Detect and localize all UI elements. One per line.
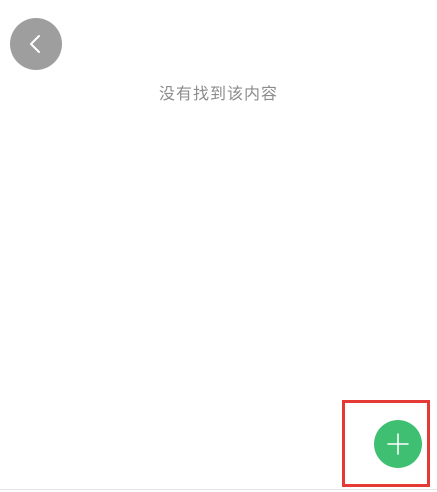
plus-icon <box>386 432 410 456</box>
back-button[interactable] <box>10 18 62 70</box>
add-button[interactable] <box>374 420 422 468</box>
screen: 没有找到该内容 <box>0 0 437 492</box>
empty-state-message: 没有找到该内容 <box>158 84 278 103</box>
chevron-left-icon <box>26 32 46 56</box>
bottom-divider <box>0 489 437 490</box>
